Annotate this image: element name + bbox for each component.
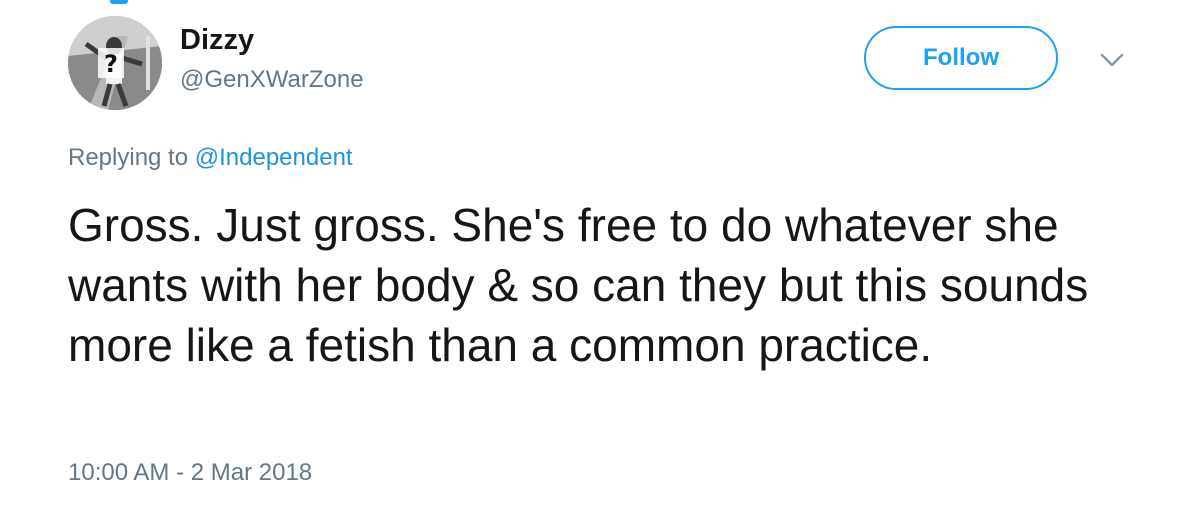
avatar-image: ? (68, 16, 162, 110)
user-handle[interactable]: @GenXWarZone (180, 64, 364, 96)
previous-tweet-edge (0, 0, 1200, 6)
tweet-timestamp[interactable]: 10:00 AM - 2 Mar 2018 (68, 457, 312, 489)
chevron-down-glyph (1100, 53, 1124, 67)
avatar[interactable]: ? (68, 16, 162, 110)
svg-text:?: ? (104, 50, 118, 78)
chevron-down-icon[interactable] (1098, 48, 1126, 72)
tweet-card: ? Dizzy @GenXWarZone Follow Replying to … (0, 0, 1200, 516)
reply-prefix: Replying to (68, 144, 189, 171)
follow-button[interactable]: Follow (864, 26, 1058, 90)
display-name[interactable]: Dizzy (180, 22, 254, 58)
tweet-text: Gross. Just gross. She's free to do what… (68, 199, 1089, 371)
reply-mention-link[interactable]: @Independent (195, 144, 353, 171)
reply-context: Replying to @Independent (68, 142, 353, 174)
previous-tweet-accent (110, 0, 128, 4)
